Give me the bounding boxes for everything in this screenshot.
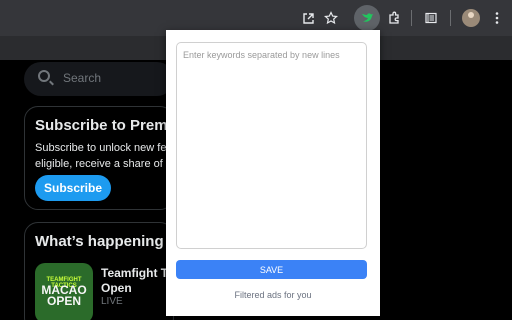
- premium-body: Subscribe to unlock new fe eligible, rec…: [35, 140, 166, 172]
- subscribe-button[interactable]: Subscribe: [35, 175, 111, 201]
- whats-happening-card: What’s happening TEAMFIGHT TACTICS MACAO…: [24, 222, 174, 320]
- kebab-menu-icon[interactable]: [486, 7, 508, 29]
- sidebar-icon[interactable]: [420, 7, 442, 29]
- trend-status: LIVE: [101, 296, 123, 307]
- keywords-textarea[interactable]: [176, 42, 367, 249]
- premium-body-line: eligible, receive a share of: [35, 158, 163, 170]
- star-icon[interactable]: [320, 7, 342, 29]
- extension-popup: SAVE Filtered ads for you: [166, 30, 380, 316]
- avatar[interactable]: [462, 9, 480, 27]
- search-placeholder: Search: [63, 71, 102, 85]
- search-icon: [38, 70, 50, 82]
- toolbar-divider: [411, 10, 412, 26]
- premium-body-line: Subscribe to unlock new fe: [35, 142, 167, 154]
- trend-title-line: Open: [101, 281, 132, 295]
- puzzle-icon[interactable]: [383, 7, 405, 29]
- trend-title[interactable]: Teamfight Ta Open: [101, 266, 174, 296]
- trend-thumbnail[interactable]: TEAMFIGHT TACTICS MACAO OPEN: [35, 263, 93, 320]
- open-in-new-icon[interactable]: [297, 7, 319, 29]
- bird-icon[interactable]: [354, 5, 380, 31]
- premium-title: Subscribe to Prem: [35, 117, 168, 134]
- toolbar-divider: [450, 10, 451, 26]
- thumb-title: MACAO OPEN: [35, 284, 93, 308]
- save-button[interactable]: SAVE: [176, 260, 367, 279]
- whats-happening-title: What’s happening: [35, 233, 164, 250]
- premium-card: Subscribe to Prem Subscribe to unlock ne…: [24, 106, 174, 210]
- filtered-ads-status: Filtered ads for you: [234, 290, 312, 300]
- thumb-title-line: OPEN: [46, 294, 81, 308]
- trend-title-line: Teamfight Ta: [101, 266, 174, 280]
- search-input[interactable]: Search: [24, 62, 174, 96]
